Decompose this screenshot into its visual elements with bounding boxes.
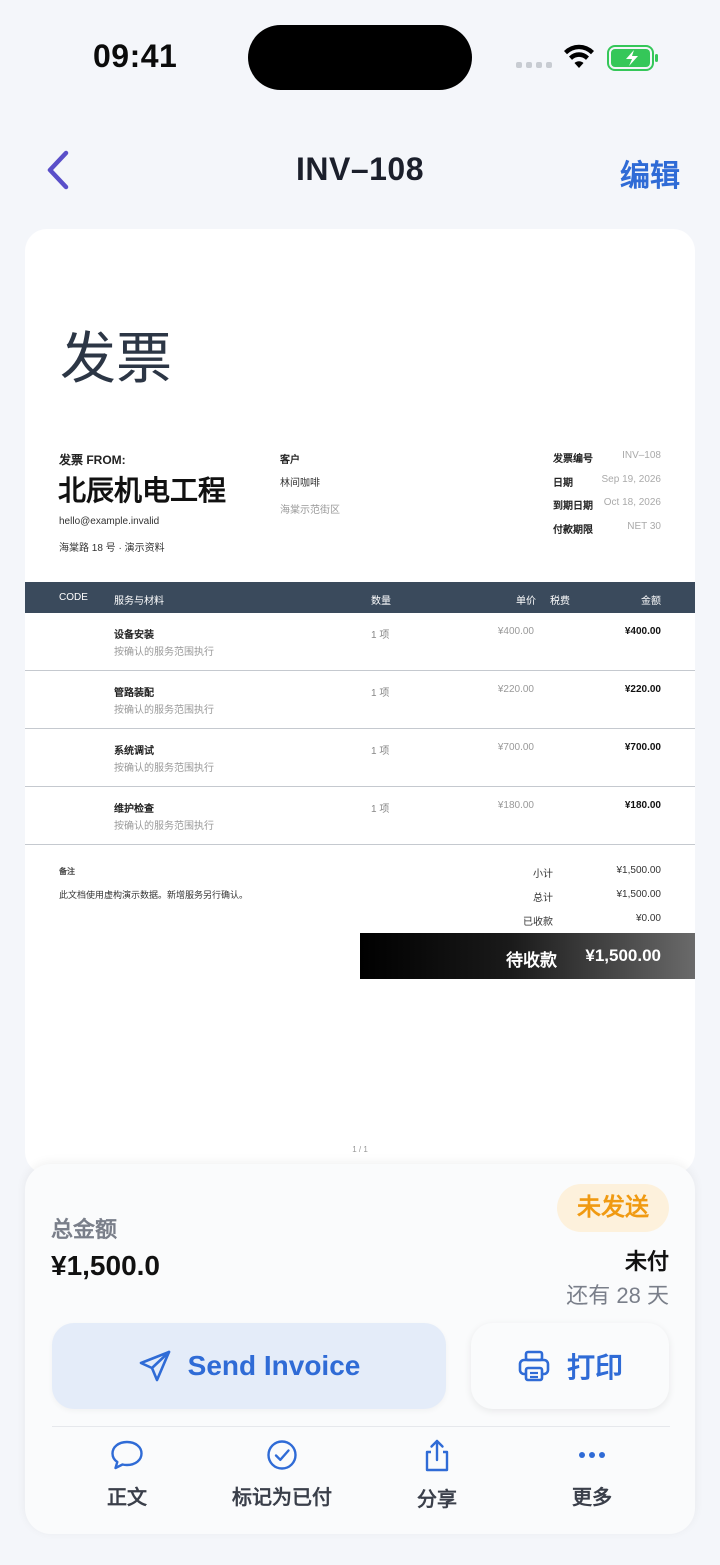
meta-value: Sep 19, 2026	[601, 473, 662, 485]
edit-button[interactable]: 编辑	[620, 151, 680, 195]
company-address: 海棠路 18 号 · 演示资料	[59, 543, 165, 554]
item-name: 维护检查	[114, 804, 154, 815]
print-button[interactable]: 打印	[471, 1323, 669, 1409]
item-description: 按确认的服务范围执行	[114, 763, 214, 774]
tab-label: 标记为已付	[232, 1487, 332, 1509]
summary-sheet: 总金额 ¥1,500.0 未发送 未付 还有 28 天 Send Invoice…	[25, 1164, 695, 1534]
item-qty: 1 项	[371, 804, 390, 815]
item-description: 按确认的服务范围执行	[114, 705, 214, 716]
item-price: ¥180.00	[497, 800, 534, 811]
status-time: 09:41	[93, 38, 178, 74]
totals-key: 总计	[533, 893, 553, 904]
item-qty: 1 项	[371, 746, 390, 757]
client-label: 客户	[280, 455, 300, 466]
item-description: 按确认的服务范围执行	[114, 647, 214, 658]
column-code: CODE	[59, 592, 88, 603]
table-row: 管路装配 按确认的服务范围执行 1 项 ¥220.00 ¥220.00	[25, 671, 695, 729]
column-qty: 数量	[371, 596, 391, 607]
totals-row: 总计 ¥1,500.00	[493, 889, 661, 913]
send-invoice-button[interactable]: Send Invoice	[52, 1323, 446, 1409]
totals-row: 小计 ¥1,500.00	[493, 865, 661, 889]
item-name: 管路装配	[114, 688, 154, 699]
meta-row: 到期日期 Oct 18, 2026	[553, 497, 661, 521]
action-tabs: 正文 标记为已付 分享 更多	[25, 1439, 695, 1519]
divider	[52, 1426, 670, 1427]
item-qty: 1 项	[371, 630, 390, 641]
tab-label: 更多	[572, 1487, 612, 1509]
payment-status: 未付	[624, 1249, 669, 1274]
meta-value: Oct 18, 2026	[603, 497, 661, 508]
item-price: ¥220.00	[497, 684, 534, 695]
battery-icon	[607, 45, 658, 71]
wifi-icon	[564, 44, 594, 68]
page-title: INV–108	[295, 151, 425, 187]
meta-value: NET 30	[627, 520, 661, 532]
notes-text: 此文档使用虚构演示数据。新增服务另行确认。	[59, 890, 249, 900]
item-name: 设备安装	[114, 630, 154, 641]
item-description: 按确认的服务范围执行	[114, 821, 214, 832]
meta-row: 日期 Sep 19, 2026	[553, 474, 661, 498]
item-amount: ¥400.00	[624, 626, 661, 637]
item-amount: ¥700.00	[624, 742, 661, 753]
column-price: 单价	[516, 596, 536, 607]
meta-value: INV–108	[622, 450, 661, 461]
column-amount: 金额	[641, 596, 661, 607]
column-tax: 税费	[550, 596, 570, 607]
printer-icon	[518, 1350, 550, 1382]
totals-value: ¥1,500.00	[616, 889, 662, 900]
company-email: hello@example.invalid	[59, 516, 160, 527]
totals-value: ¥1,500.00	[616, 865, 662, 876]
balance-due-value: ¥1,500.00	[585, 946, 661, 965]
tab-more[interactable]: 更多	[522, 1439, 662, 1510]
meta-key: 日期	[553, 477, 573, 489]
table-header: CODE 服务与材料 数量 单价 税费 金额	[25, 582, 695, 613]
tab-mark-paid[interactable]: 标记为已付	[212, 1439, 352, 1510]
item-qty: 1 项	[371, 688, 390, 699]
item-amount: ¥220.00	[624, 684, 661, 695]
send-icon	[139, 1350, 170, 1382]
invoice-meta: 发票编号 INV–108 日期 Sep 19, 2026 到期日期 Oct 18, 2…	[553, 450, 661, 544]
tab-label: 正文	[107, 1487, 147, 1509]
meta-row: 发票编号 INV–108	[553, 450, 661, 474]
item-amount: ¥180.00	[624, 800, 661, 811]
item-price: ¥400.00	[497, 626, 534, 637]
column-item: 服务与材料	[114, 596, 164, 607]
meta-key: 发票编号	[553, 454, 593, 465]
send-invoice-label: Send Invoice	[187, 1350, 361, 1381]
share-icon	[425, 1439, 449, 1472]
totals-key: 小计	[533, 869, 553, 880]
client-name: 林间咖啡	[280, 478, 320, 489]
page-number: 1 / 1	[352, 1145, 368, 1154]
tab-label: 分享	[417, 1489, 457, 1511]
meta-key: 到期日期	[553, 501, 593, 512]
days-remaining: 还有 28 天	[566, 1283, 669, 1308]
tab-body[interactable]: 正文	[57, 1439, 197, 1510]
balance-due-bar: 待收款 ¥1,500.00	[360, 933, 695, 979]
client-address: 海棠示范街区	[280, 505, 340, 516]
item-price: ¥700.00	[497, 742, 534, 753]
from-label: 发票 FROM:	[59, 453, 126, 467]
invoice-heading: 发票	[60, 327, 172, 392]
table-row: 维护检查 按确认的服务范围执行 1 项 ¥180.00 ¥180.00	[25, 787, 695, 845]
item-name: 系统调试	[114, 746, 154, 757]
meta-row: 付款期限 NET 30	[553, 521, 661, 545]
cellular-signal-icon	[516, 62, 552, 68]
chat-bubble-icon	[111, 1440, 143, 1470]
tab-share[interactable]: 分享	[367, 1439, 507, 1512]
more-icon	[579, 1452, 605, 1458]
totals: 小计 ¥1,500.00 总计 ¥1,500.00 已收款 ¥0.00	[493, 865, 661, 937]
status-badge: 未发送	[557, 1184, 669, 1232]
total-label: 总金额	[51, 1217, 118, 1242]
check-circle-icon	[267, 1440, 297, 1470]
dynamic-island	[248, 25, 472, 90]
notes-label: 备注	[59, 867, 75, 876]
print-label: 打印	[566, 1352, 623, 1383]
meta-key: 付款期限	[553, 524, 593, 536]
invoice-preview: 发票 发票 FROM: 北辰机电工程 hello@example.invalid…	[25, 229, 695, 1174]
balance-due-label: 待收款	[506, 951, 557, 970]
table-row: 设备安装 按确认的服务范围执行 1 项 ¥400.00 ¥400.00	[25, 613, 695, 671]
total-value: ¥1,500.0	[51, 1250, 160, 1281]
table-row: 系统调试 按确认的服务范围执行 1 项 ¥700.00 ¥700.00	[25, 729, 695, 787]
company-name: 北辰机电工程	[58, 475, 227, 506]
